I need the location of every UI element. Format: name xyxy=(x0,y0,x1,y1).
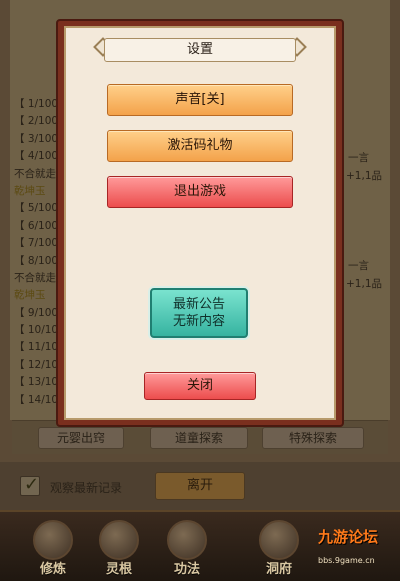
nav-label: 灵根 xyxy=(105,562,132,577)
checkbox-label: 观察最新记录 xyxy=(50,481,123,495)
tab-special[interactable]: 特殊探索 xyxy=(262,427,364,449)
check-icon: ✓ xyxy=(24,474,40,495)
nav-item-cave[interactable]: 洞府 xyxy=(248,518,310,580)
leave-button[interactable]: 离开 xyxy=(155,472,245,500)
game-screen: 【 1/100 【 2/100 【 3/100 【 4/100 不合就走 乾坤玉… xyxy=(0,0,400,581)
announcement-title: 最新公告 xyxy=(172,297,225,312)
log-right-text: +1,1品 xyxy=(346,278,382,290)
nav-item-spirit-root[interactable]: 灵根 xyxy=(88,518,150,580)
cave-icon xyxy=(259,520,299,560)
nav-item-cultivate[interactable]: 修炼 xyxy=(22,518,84,580)
nav-item-technique[interactable]: 功法 xyxy=(156,518,218,580)
gift-code-button[interactable]: 激活码礼物 xyxy=(107,130,293,162)
sound-toggle-button[interactable]: 声音[关] xyxy=(107,84,293,116)
watermark-logo: 九游论坛 bbs.9game.cn xyxy=(304,526,396,578)
log-right-text: 一言 xyxy=(348,260,369,272)
quit-game-button[interactable]: 退出游戏 xyxy=(107,176,293,208)
tab-yuanying[interactable]: 元婴出窍 xyxy=(38,427,124,449)
watermark-text: 九游论坛 xyxy=(318,528,379,546)
close-button[interactable]: 关闭 xyxy=(144,372,256,400)
observe-checkbox[interactable]: ✓ xyxy=(20,474,40,496)
nav-label: 洞府 xyxy=(265,562,292,577)
announcement-button[interactable]: 最新公告 无新内容 xyxy=(150,288,248,338)
nav-label: 功法 xyxy=(173,562,200,577)
modal-title: 设置 xyxy=(104,38,296,62)
tab-daotong[interactable]: 道童探索 xyxy=(150,427,248,449)
announcement-status: 无新内容 xyxy=(172,314,225,329)
log-right-text: 一言 xyxy=(348,152,369,164)
cultivate-icon xyxy=(33,520,73,560)
technique-icon xyxy=(167,520,207,560)
nav-label: 修炼 xyxy=(39,562,66,577)
log-right-text: +1,1品 xyxy=(346,170,382,182)
watermark-url: bbs.9game.cn xyxy=(318,556,375,565)
spirit-root-icon xyxy=(99,520,139,560)
